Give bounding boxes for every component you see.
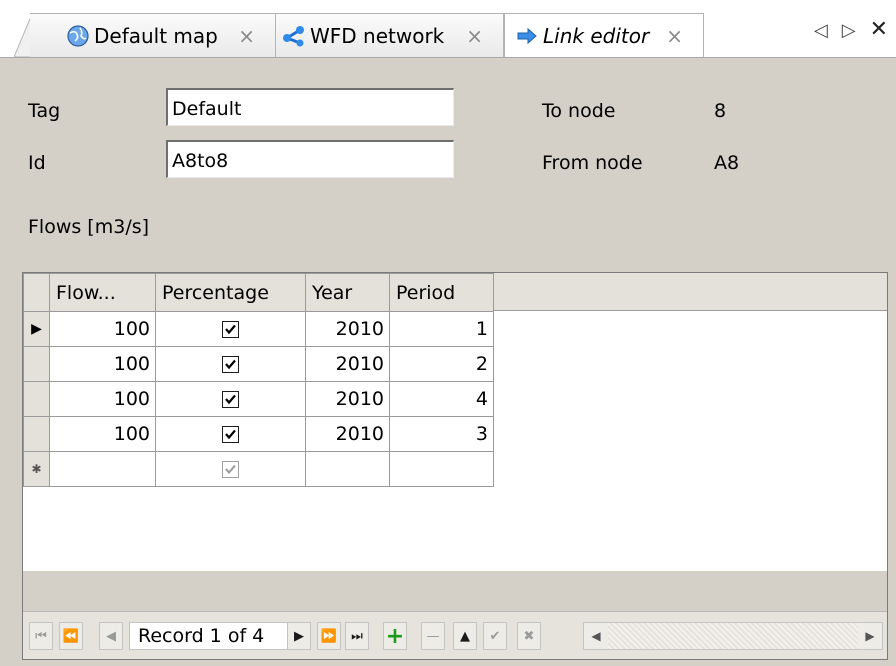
row-selector[interactable]	[23, 346, 50, 382]
next-page-icon[interactable]: ⏩	[317, 622, 341, 650]
flow-cell[interactable]: 100	[49, 381, 156, 417]
grid-footer-band	[23, 571, 887, 611]
flow-cell[interactable]	[49, 451, 156, 487]
year-cell[interactable]: 2010	[305, 346, 390, 382]
id-label: Id	[28, 152, 46, 174]
period-cell[interactable]: 3	[389, 416, 494, 452]
percentage-cell[interactable]	[155, 416, 306, 452]
checkmark-icon	[225, 394, 236, 405]
tab-navigation: ◁ ▷ ✕	[814, 17, 888, 42]
tab-default-map[interactable]: Default map ×	[30, 13, 276, 57]
next-record-icon[interactable]: ▶	[287, 622, 311, 650]
add-record-icon[interactable]: +	[383, 622, 407, 650]
tab-link-editor[interactable]: Link editor ×	[504, 13, 704, 58]
last-record-icon[interactable]: ⏭	[345, 622, 369, 650]
new-row[interactable]: ✱	[23, 451, 494, 487]
document-tab-strip: Default map × WFD network × Link editor …	[0, 0, 896, 58]
flow-cell[interactable]: 100	[49, 346, 156, 382]
year-cell[interactable]: 2010	[305, 381, 390, 417]
tab-scroll-left-icon[interactable]: ◁	[814, 20, 828, 42]
previous-page-icon[interactable]: ⏪	[59, 622, 83, 650]
flow-cell[interactable]: 100	[49, 311, 156, 347]
column-header-percentage[interactable]: Percentage	[155, 273, 306, 312]
percentage-checkbox[interactable]	[222, 426, 239, 443]
row-selector-header[interactable]	[23, 273, 50, 312]
table-row[interactable]: ▶ 100 2010 1	[23, 311, 494, 347]
year-cell[interactable]	[305, 451, 390, 487]
first-record-icon[interactable]: ⏮	[29, 622, 53, 650]
end-edit-icon[interactable]: ✔	[483, 622, 507, 650]
to-node-value: 8	[714, 100, 727, 122]
move-up-icon[interactable]: ▲	[453, 622, 477, 650]
checkmark-icon	[225, 324, 236, 335]
percentage-checkbox[interactable]	[222, 356, 239, 373]
checkmark-icon	[225, 359, 236, 370]
period-cell[interactable]	[389, 451, 494, 487]
year-cell[interactable]: 2010	[305, 311, 390, 347]
checkmark-icon	[225, 464, 236, 475]
period-cell[interactable]: 1	[389, 311, 494, 347]
flows-table: Flow... Percentage Year Period ▶ 100 201…	[23, 273, 494, 487]
percentage-checkbox[interactable]	[222, 321, 239, 338]
percentage-cell[interactable]	[155, 381, 306, 417]
period-cell[interactable]: 4	[389, 381, 494, 417]
close-tab-icon[interactable]: ×	[466, 24, 483, 48]
table-row[interactable]: 100 2010 2	[23, 346, 494, 382]
cancel-edit-icon[interactable]: ✖	[517, 622, 541, 650]
percentage-cell[interactable]	[155, 346, 306, 382]
close-tab-icon[interactable]: ×	[238, 24, 255, 48]
flows-label: Flows [m3/s]	[28, 216, 150, 238]
percentage-checkbox[interactable]	[222, 461, 239, 478]
tab-label: Link editor	[543, 24, 650, 48]
close-document-icon[interactable]: ✕	[870, 17, 888, 42]
network-icon	[283, 25, 304, 46]
to-node-label: To node	[542, 100, 616, 122]
horizontal-scrollbar[interactable]: ◀ ▶	[583, 622, 883, 650]
tab-scroll-right-icon[interactable]: ▷	[842, 20, 856, 42]
tag-field[interactable]	[166, 88, 454, 126]
link-editor-panel: Tag Id To node 8 From node A8 Flows [m3/…	[0, 58, 896, 666]
row-selector[interactable]	[23, 381, 50, 417]
column-header-flow[interactable]: Flow...	[49, 273, 156, 312]
period-cell[interactable]: 2	[389, 346, 494, 382]
id-field[interactable]	[166, 140, 454, 178]
tab-label: Default map	[94, 23, 218, 48]
scroll-right-icon[interactable]: ▶	[858, 623, 882, 649]
new-row-marker-icon[interactable]: ✱	[23, 451, 50, 487]
column-header-period[interactable]: Period	[389, 273, 494, 312]
previous-record-icon[interactable]: ◀	[99, 622, 123, 650]
current-row-marker-icon[interactable]: ▶	[23, 311, 50, 347]
from-node-label: From node	[542, 152, 643, 174]
scroll-left-icon[interactable]: ◀	[584, 623, 608, 649]
grid-header-filler	[493, 273, 887, 311]
percentage-cell[interactable]	[155, 311, 306, 347]
tab-wfd-network[interactable]: WFD network ×	[276, 13, 504, 57]
tag-label: Tag	[28, 100, 61, 122]
row-selector[interactable]	[23, 416, 50, 452]
arrow-right-icon	[517, 27, 537, 45]
from-node-value: A8	[714, 152, 740, 174]
flow-cell[interactable]: 100	[49, 416, 156, 452]
close-tab-icon[interactable]: ×	[666, 24, 683, 48]
year-cell[interactable]: 2010	[305, 416, 390, 452]
tab-label: WFD network	[310, 23, 445, 48]
column-header-year[interactable]: Year	[305, 273, 390, 312]
grid-header-row: Flow... Percentage Year Period	[23, 273, 494, 312]
table-row[interactable]: 100 2010 3	[23, 416, 494, 452]
percentage-cell[interactable]	[155, 451, 306, 487]
globe-icon	[67, 24, 89, 47]
flows-grid: Flow... Percentage Year Period ▶ 100 201…	[22, 272, 888, 660]
record-position: Record 1 of 4	[129, 622, 289, 650]
percentage-checkbox[interactable]	[222, 391, 239, 408]
record-navigator: ⏮ ⏪ ◀ Record 1 of 4 ▶ ⏩ ⏭ + — ▲ ✔ ✖ ◀ ▶	[23, 611, 887, 659]
table-row[interactable]: 100 2010 4	[23, 381, 494, 417]
checkmark-icon	[225, 429, 236, 440]
delete-record-icon[interactable]: —	[421, 622, 445, 650]
